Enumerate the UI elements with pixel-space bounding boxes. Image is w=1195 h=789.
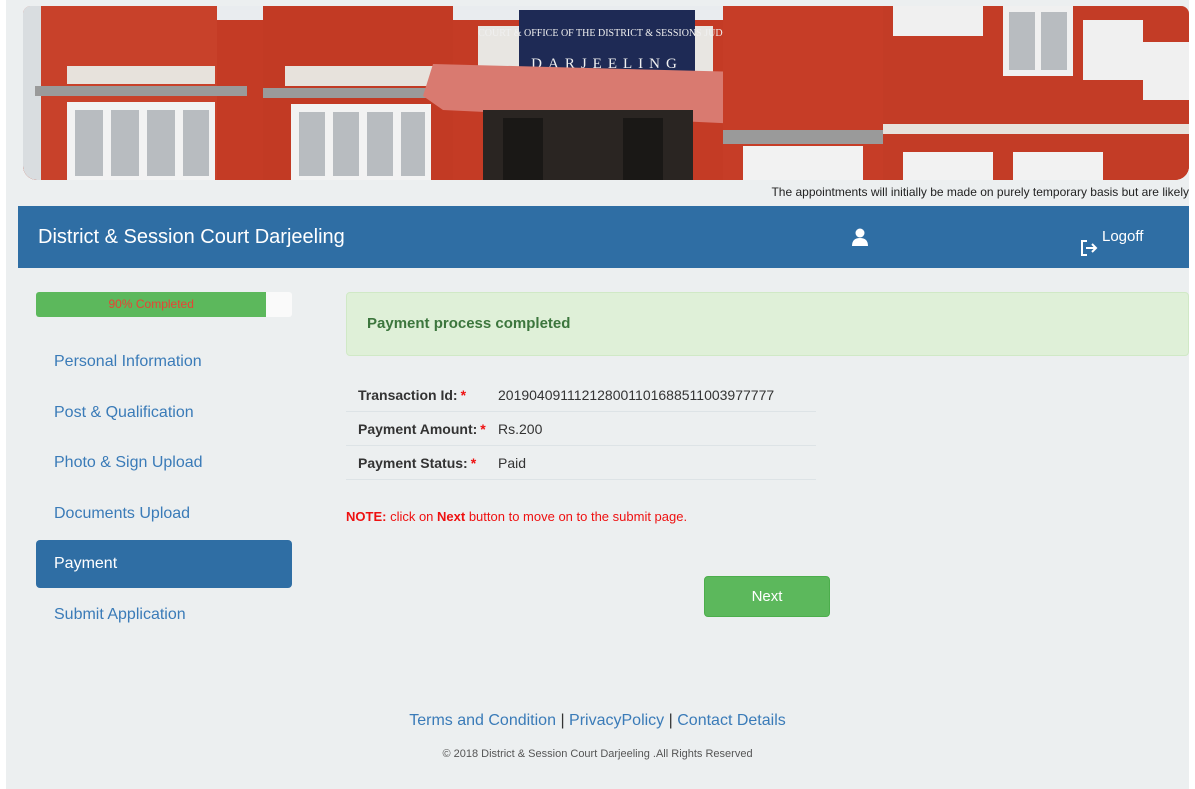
application-progress-bar: 90% Completed <box>36 292 292 317</box>
next-button[interactable]: Next <box>704 576 830 617</box>
table-row: Payment Status: * Paid <box>346 446 816 480</box>
sidebar-item-payment[interactable]: Payment <box>36 540 292 588</box>
footer-separator: | <box>560 712 565 729</box>
banner-illustration: COURT & OFFICE OF THE DISTRICT & SESSION… <box>23 6 1189 180</box>
progress-fill: 90% Completed <box>36 292 267 317</box>
transaction-id-value: 201904091112128001101688511003977777 <box>498 386 775 403</box>
sidebar-item-post-qualification[interactable]: Post & Qualification <box>36 389 292 437</box>
sidebar-item-submit-application[interactable]: Submit Application <box>36 591 292 639</box>
table-row: Payment Amount: * Rs.200 <box>346 412 816 446</box>
sidebar-item-documents-upload[interactable]: Documents Upload <box>36 490 292 538</box>
note-text-end: button to move on to the submit page. <box>465 509 688 524</box>
building-sign-line1: COURT & OFFICE OF THE DISTRICT & SESSION… <box>478 28 736 39</box>
required-marker: * <box>470 454 477 471</box>
required-marker: * <box>480 420 486 437</box>
submit-note: NOTE: click on Next button to move on to… <box>346 509 687 524</box>
table-row: Transaction Id: * 20190409111212800110168… <box>346 378 816 412</box>
payment-amount-label: Payment Amount: * <box>358 420 486 437</box>
terms-link[interactable]: Terms and Condition <box>409 712 556 729</box>
payment-success-alert: Payment process completed <box>346 292 1189 356</box>
user-icon[interactable] <box>850 227 870 247</box>
payment-status-value: Paid <box>498 454 527 471</box>
sidebar-item-photo-sign-upload[interactable]: Photo & Sign Upload <box>36 439 292 487</box>
logoff-label: Logoff <box>1102 228 1144 245</box>
announcement-marquee: The appointments will initially be made … <box>771 185 1189 199</box>
payment-details-table: Transaction Id: * 20190409111212800110168… <box>346 378 816 480</box>
required-marker: * <box>460 386 467 403</box>
contact-details-link[interactable]: Contact Details <box>677 712 786 729</box>
footer-links: Terms and Condition | PrivacyPolicy | Co… <box>6 712 1189 730</box>
copyright-text: © 2018 District & Session Court Darjeeli… <box>442 748 753 760</box>
logoff-button[interactable]: Logoff <box>1080 206 1143 268</box>
top-navbar: District & Session Court Darjeeling Logo… <box>18 206 1189 268</box>
privacy-policy-link[interactable]: PrivacyPolicy <box>569 712 664 729</box>
footer-separator: | <box>668 712 673 729</box>
payment-status-label: Payment Status: * <box>358 454 477 471</box>
court-building-banner: COURT & OFFICE OF THE DISTRICT & SESSION… <box>23 6 1189 180</box>
note-bold-next: Next <box>437 509 466 524</box>
transaction-id-label: Transaction Id: * <box>358 386 467 403</box>
logout-icon <box>1081 240 1098 256</box>
site-title[interactable]: District & Session Court Darjeeling <box>38 206 345 268</box>
payment-amount-value: Rs.200 <box>498 420 543 437</box>
page: COURT & OFFICE OF THE DISTRICT & SESSION… <box>6 0 1189 789</box>
sidebar-item-personal-information[interactable]: Personal Information <box>36 338 292 386</box>
sidebar-nav: Personal Information Post & Qualificatio… <box>36 338 292 641</box>
note-prefix: NOTE: <box>346 509 387 524</box>
note-text: click on <box>386 509 438 524</box>
